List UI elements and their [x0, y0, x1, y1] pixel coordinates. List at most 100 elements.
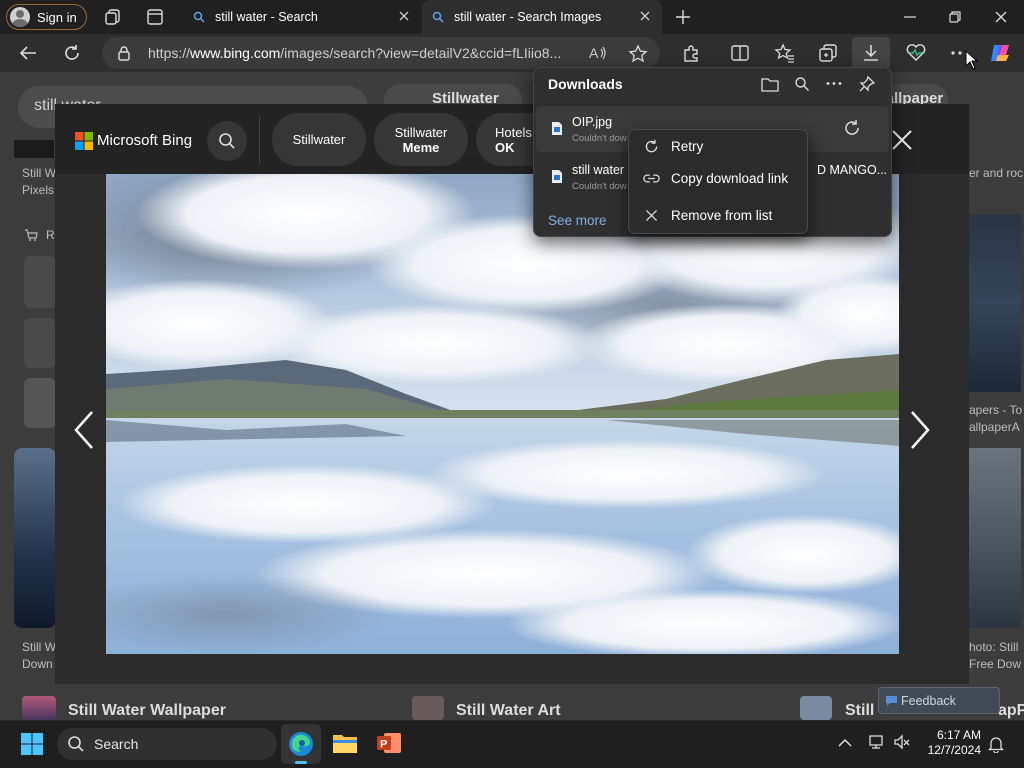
system-clock[interactable]: 6:17 AM 12/7/2024: [916, 728, 981, 758]
thumbnail[interactable]: [412, 696, 444, 720]
result-source: Free Dow: [969, 657, 1022, 671]
tab-title: still water - Search: [215, 10, 318, 24]
retry-menu-item[interactable]: Retry: [630, 131, 806, 161]
shop-card[interactable]: [24, 318, 56, 368]
downloads-button[interactable]: [852, 37, 890, 69]
download-filename: still water I: [572, 163, 632, 177]
collections-icon[interactable]: [818, 43, 838, 63]
feedback-button[interactable]: Feedback: [878, 687, 1000, 714]
shop-label: R: [46, 228, 55, 242]
feedback-label: Feedback: [901, 693, 956, 708]
thumbnail[interactable]: [800, 696, 832, 720]
search-icon: [68, 736, 84, 752]
network-icon[interactable]: [868, 734, 886, 750]
file-explorer-icon[interactable]: [332, 731, 358, 755]
download-icon: [864, 45, 878, 61]
download-filename-tail: D MANGO...: [817, 163, 888, 177]
bing-brand[interactable]: Microsoft Bing: [97, 132, 192, 149]
tab-search[interactable]: still water - Search: [183, 0, 421, 34]
feedback-icon: [886, 696, 897, 706]
restore-icon[interactable]: [947, 9, 963, 25]
thumbnail[interactable]: [22, 696, 56, 720]
clock-time: 6:17 AM: [936, 728, 981, 742]
favorites-icon[interactable]: [774, 43, 796, 63]
related-pill[interactable]: Stillwater: [272, 113, 366, 166]
open-folder-icon[interactable]: [761, 76, 779, 92]
tab-search-images[interactable]: still water - Search Images: [422, 0, 662, 34]
viewer-search-button[interactable]: [207, 121, 247, 161]
download-filename: OIP.jpg: [572, 115, 613, 129]
remove-menu-item[interactable]: Remove from list: [630, 200, 806, 230]
split-screen-icon[interactable]: [730, 44, 750, 62]
shopping-cart-icon: [24, 228, 38, 242]
preview-image[interactable]: [106, 174, 899, 654]
previous-image-icon[interactable]: [72, 410, 96, 450]
sign-in-button[interactable]: Sign in: [6, 4, 87, 30]
svg-text:A: A: [589, 45, 599, 61]
read-aloud-icon[interactable]: A: [589, 44, 609, 62]
search-icon: [219, 133, 235, 149]
refresh-icon[interactable]: [62, 43, 82, 63]
link-icon: [643, 173, 660, 183]
result-source: allpaperA: [969, 420, 1020, 434]
edge-icon: [289, 732, 313, 756]
powerpoint-icon[interactable]: P: [376, 731, 402, 755]
url-text[interactable]: https://www.bing.com/images/search?view=…: [148, 45, 573, 61]
new-tab-icon[interactable]: [674, 8, 692, 26]
search-downloads-icon[interactable]: [794, 76, 810, 92]
related-title[interactable]: apP: [998, 702, 1024, 720]
tab-actions-icon[interactable]: [146, 8, 164, 26]
see-more-link[interactable]: See more: [548, 213, 607, 228]
close-window-icon[interactable]: [993, 9, 1009, 25]
workspaces-icon[interactable]: [104, 8, 122, 26]
download-status: Couldn't dow: [572, 133, 627, 144]
result-caption[interactable]: apers - To: [969, 403, 1022, 417]
minimize-icon[interactable]: [902, 9, 918, 25]
sign-in-label: Sign in: [37, 9, 77, 25]
volume-muted-icon[interactable]: [893, 734, 911, 750]
result-caption[interactable]: Still W: [22, 640, 56, 654]
close-tab-icon[interactable]: [638, 9, 652, 23]
related-title[interactable]: Still Water Art: [456, 702, 561, 720]
lock-icon[interactable]: [117, 45, 131, 61]
shop-card[interactable]: [24, 378, 56, 428]
close-viewer-icon[interactable]: [889, 127, 915, 153]
extensions-icon[interactable]: [681, 43, 701, 63]
search-favicon-icon: [432, 11, 444, 23]
shop-card[interactable]: [24, 256, 56, 308]
result-caption[interactable]: hoto: Still: [969, 640, 1018, 654]
show-hidden-icons-icon[interactable]: [837, 738, 853, 748]
mouse-cursor-icon: [965, 50, 979, 70]
related-title[interactable]: Still Water Wallpaper: [68, 702, 226, 720]
taskbar-search[interactable]: Search: [57, 728, 277, 760]
result-caption[interactable]: er and roc: [969, 166, 1023, 180]
retry-icon: [645, 139, 658, 152]
profile-avatar-icon: [10, 7, 30, 27]
result-source: Pixels: [22, 183, 55, 197]
thumbnail[interactable]: [14, 448, 56, 628]
result-caption[interactable]: Still W: [22, 166, 56, 180]
close-tab-icon[interactable]: [397, 9, 411, 23]
divider: [259, 116, 260, 164]
file-icon: [552, 170, 562, 183]
thumbnail[interactable]: [14, 140, 54, 158]
copy-link-menu-item[interactable]: Copy download link: [630, 163, 806, 193]
notifications-bell-icon[interactable]: [988, 735, 1004, 753]
more-downloads-options-icon[interactable]: [825, 81, 843, 86]
next-image-icon[interactable]: [908, 410, 932, 450]
copilot-icon[interactable]: [989, 41, 1013, 65]
result-source: Down: [22, 657, 53, 671]
retry-download-icon[interactable]: [842, 118, 862, 138]
pin-icon[interactable]: [858, 75, 876, 93]
file-icon: [552, 122, 562, 135]
windows-start-icon[interactable]: [21, 733, 43, 755]
edge-taskbar-button[interactable]: [281, 724, 321, 764]
thumbnail[interactable]: [969, 448, 1021, 628]
thumbnail[interactable]: [969, 214, 1021, 392]
related-pill[interactable]: Stillwater Meme: [374, 113, 468, 166]
favorite-star-icon[interactable]: [628, 44, 648, 64]
related-title[interactable]: Still: [845, 702, 874, 720]
performance-heart-icon[interactable]: [905, 43, 927, 63]
active-indicator: [295, 761, 307, 764]
back-icon[interactable]: [18, 44, 38, 62]
